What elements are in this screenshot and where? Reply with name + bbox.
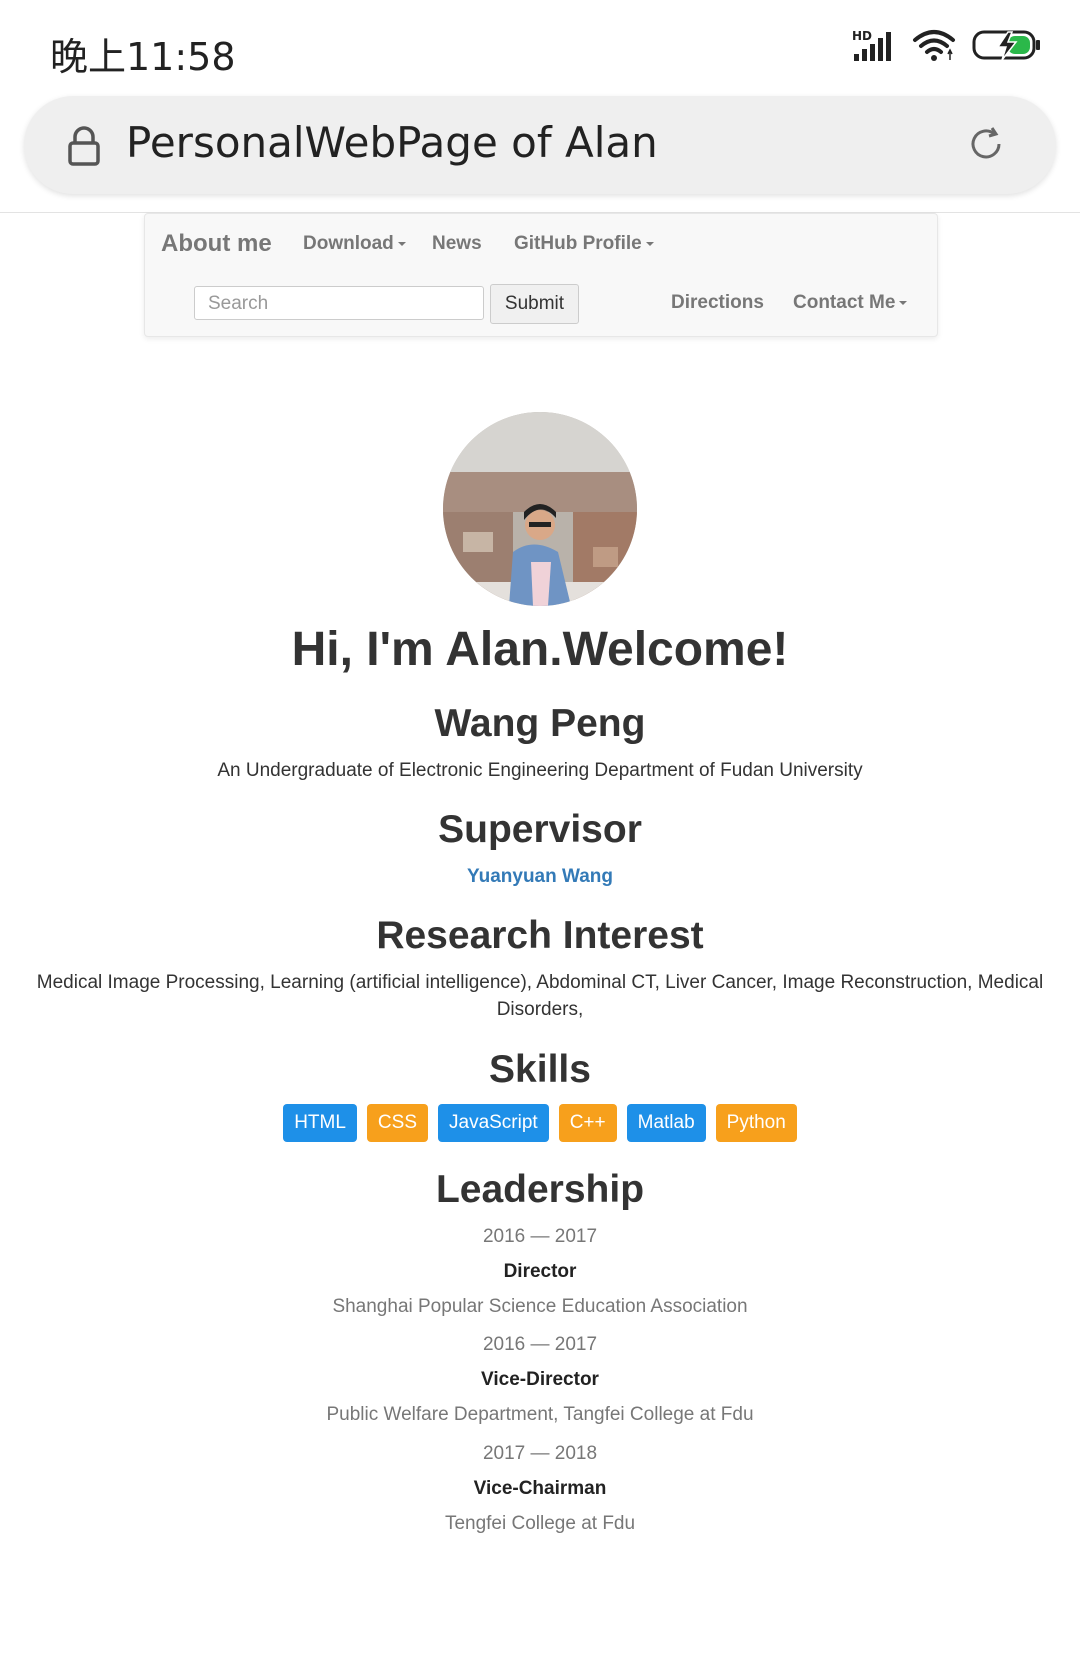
profile-subtitle: An Undergraduate of Electronic Engineeri… [217,760,863,781]
skills-heading: Skills [489,1048,591,1091]
caret-down-icon [645,241,654,246]
research-text-line1: Medical Image Processing, Learning (arti… [36,972,1044,993]
browser-toolbar: PersonalWebPage of Alan [0,96,1080,213]
status-bar: 晚上11:58 HD [0,0,1080,96]
greeting-heading: Hi, I'm Alan.Welcome! [291,623,789,676]
leadership-years: 2016 — 2017 [482,1226,598,1247]
leadership-years: 2016 — 2017 [482,1334,598,1355]
nav-link-label: Download [303,233,394,254]
site-navbar: About me Download News GitHub Profile Se… [144,213,938,337]
supervisor-heading: Supervisor [438,808,642,851]
leadership-role: Director [503,1261,577,1282]
avatar [443,412,637,606]
leadership-org: Shanghai Popular Science Education Assoc… [332,1296,748,1317]
search-input[interactable]: Search [194,286,484,320]
address-bar[interactable]: PersonalWebPage of Alan [24,96,1056,194]
leadership-role: Vice-Chairman [473,1478,607,1499]
skill-tag: C++ [558,1104,617,1142]
status-icons: HD [852,28,1042,62]
status-time: 晚上11:58 [50,35,236,79]
network-label: HD [852,29,872,43]
supervisor-link[interactable]: Yuanyuan Wang [0,866,1080,888]
skill-tag: HTML [283,1104,357,1142]
page-title: PersonalWebPage of Alan [126,118,658,167]
nav-link-label: GitHub Profile [514,233,642,254]
research-heading: Research Interest [376,914,704,957]
nav-link-news[interactable]: News [432,233,482,255]
leadership-heading: Leadership [435,1168,645,1211]
skill-tag: Matlab [626,1104,706,1142]
caret-down-icon [899,300,908,305]
skills-list: HTML CSS JavaScript C++ Matlab Python [0,1104,1080,1142]
skill-tag: Python [715,1104,797,1142]
reload-icon[interactable] [966,124,1006,164]
signal-icon: HD [852,29,891,61]
nav-link-github[interactable]: GitHub Profile [514,233,654,255]
leadership-role: Vice-Director [481,1369,599,1390]
nav-brand[interactable]: About me [161,230,272,258]
skill-tag: CSS [366,1104,428,1142]
nav-link-directions[interactable]: Directions [671,292,764,314]
nav-link-label: Contact Me [793,292,896,313]
lock-icon [68,126,100,166]
skill-tag: JavaScript [438,1104,549,1142]
name-heading: Wang Peng [434,702,646,745]
research-text-line2: Disorders, [496,999,584,1020]
nav-link-contact[interactable]: Contact Me [793,292,908,314]
battery-charging-icon [972,30,1040,61]
leadership-org: Public Welfare Department, Tangfei Colle… [326,1404,754,1425]
caret-down-icon [397,241,406,246]
submit-button[interactable]: Submit [490,284,579,324]
leadership-org: Tengfei College at Fdu [444,1513,636,1534]
leadership-years: 2017 — 2018 [482,1443,598,1464]
nav-link-download[interactable]: Download [303,233,406,255]
wifi-icon [913,30,955,61]
